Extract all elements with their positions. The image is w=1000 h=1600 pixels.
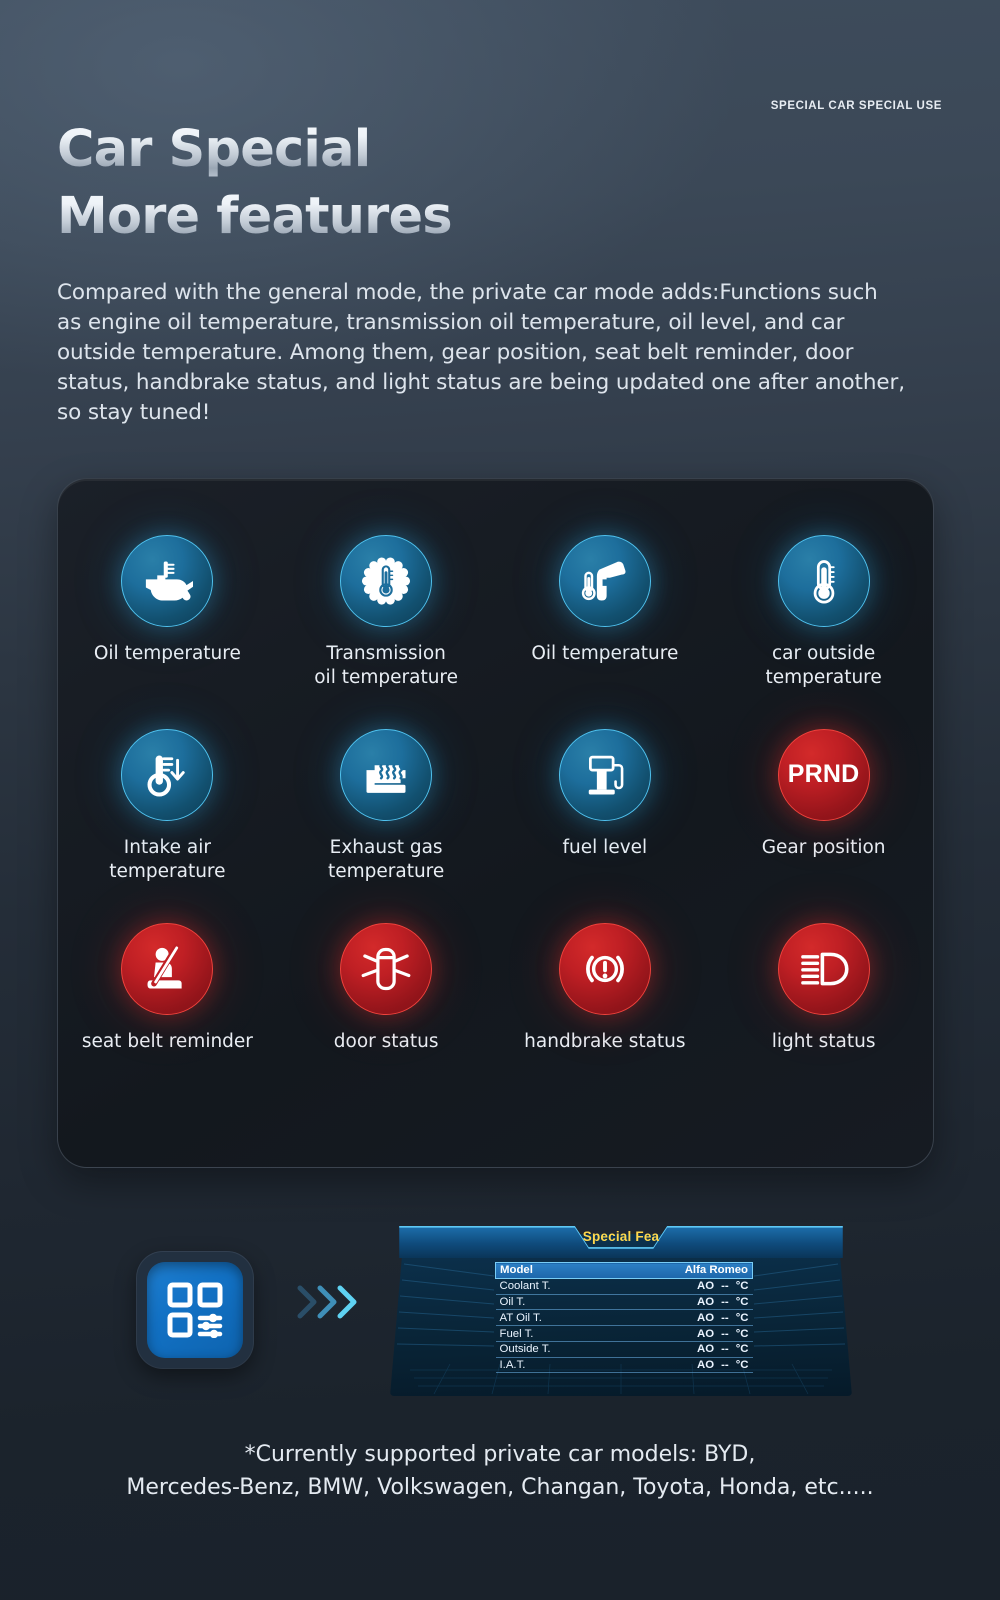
feature-cell: Oil temperature	[58, 535, 277, 691]
value-dashes: --	[721, 1343, 729, 1356]
feature-label: handbrake status	[524, 1030, 686, 1052]
kicker-label: SPECIAL CAR SPECIAL USE	[770, 100, 942, 112]
feature-label: Transmission oil temperature	[314, 643, 458, 689]
table-row: Outside T. AO -- °C	[495, 1341, 753, 1358]
table-row: AT Oil T. AO -- °C	[495, 1310, 753, 1326]
feature-cell: Transmission oil temperature	[277, 535, 496, 691]
value-dashes: --	[721, 1359, 729, 1372]
exhaust-heat-icon	[340, 728, 433, 821]
value-ao: AO	[697, 1327, 715, 1340]
feature-cell: car outside temperature	[714, 535, 933, 691]
supported-models-line-1: *Currently supported private car models:…	[244, 1442, 756, 1467]
dashboard-table: Model Alfa Romeo Coolant T. AO -- °C Oil T. AO -…	[495, 1262, 753, 1373]
feature-cell: door status	[277, 922, 496, 1054]
feature-cell: Intake air temperature	[58, 728, 277, 885]
fuel-pump-icon	[558, 728, 651, 821]
feature-cell: seat belt reminder	[58, 922, 277, 1054]
headlight-icon	[777, 922, 870, 1015]
feature-cell: PRND Gear position	[714, 728, 933, 885]
feature-label: car outside temperature	[765, 643, 882, 689]
table-cell-name: Outside T.	[499, 1343, 551, 1356]
table-row: Fuel T. AO -- °C	[495, 1326, 753, 1342]
app-icon-container[interactable]	[137, 1252, 253, 1368]
supported-models-note: *Currently supported private car models:…	[0, 1438, 1000, 1505]
special-function-app-icon[interactable]	[147, 1262, 243, 1358]
feature-cell: Exhaust gas temperature	[277, 728, 496, 885]
dashboard-title: Special Fea	[582, 1229, 660, 1244]
page-title: Car Special More features	[57, 116, 453, 251]
table-row: Model Alfa Romeo	[495, 1262, 753, 1279]
table-cell-name: I.A.T.	[499, 1359, 526, 1372]
table-cell-name: Coolant T.	[499, 1280, 551, 1293]
table-cell-value: AO -- °C	[612, 1326, 753, 1342]
value-unit: °C	[735, 1280, 749, 1293]
feature-label: door status	[333, 1030, 439, 1052]
value-unit: °C	[735, 1295, 749, 1308]
value-ao: AO	[697, 1311, 715, 1324]
value-ao: AO	[697, 1343, 715, 1356]
app-icon-glyph	[167, 1282, 223, 1338]
table-row: Oil T. AO -- °C	[495, 1294, 753, 1310]
handbrake-warning-icon	[558, 922, 651, 1015]
value-dashes: --	[721, 1280, 729, 1293]
feature-cell: Oil temperature	[496, 535, 715, 691]
table-cell-value: AO -- °C	[612, 1294, 753, 1310]
feature-cell: handbrake status	[496, 922, 715, 1054]
feature-label: fuel level	[562, 836, 648, 858]
value-dashes: --	[721, 1311, 729, 1324]
feature-label: light status	[771, 1030, 876, 1052]
value-ao: AO	[697, 1280, 715, 1293]
value-ao: AO	[697, 1359, 715, 1372]
value-ao: AO	[697, 1295, 715, 1308]
table-cell-name: Fuel T.	[499, 1327, 534, 1340]
value-unit: °C	[735, 1327, 749, 1340]
car-door-open-icon	[340, 922, 433, 1015]
supported-models-line-2: Mercedes-Benz, BMW, Volkswagen, Changan,…	[126, 1475, 874, 1501]
feature-label: Gear position	[761, 836, 886, 858]
table-row: I.A.T. AO -- °C	[495, 1357, 753, 1373]
feature-label: Oil temperature	[93, 643, 241, 664]
feature-label: seat belt reminder	[81, 1030, 253, 1052]
table-row: Coolant T. AO -- °C	[495, 1278, 753, 1295]
chevron-glyphs	[297, 1285, 357, 1319]
thermometer-icon	[777, 535, 870, 627]
prnd-label: PRND	[787, 760, 860, 789]
feature-panel: Oil temperature Transmission oil temperatu…	[57, 478, 934, 1168]
value-unit: °C	[735, 1359, 749, 1372]
feature-label: Intake air temperature	[109, 836, 226, 883]
page-title-line-1: Car Special	[57, 116, 452, 183]
prnd-text-icon: PRND	[777, 728, 870, 821]
dashboard-preview: Special Fea Model Alfa Romeo Coolant T. AO -…	[390, 1218, 852, 1396]
intro-paragraph: Compared with the general mode, the priv…	[57, 280, 905, 426]
kicker-text: SPECIAL CAR SPECIAL USE	[771, 100, 942, 112]
value-dashes: --	[721, 1327, 729, 1340]
value-dashes: --	[721, 1295, 729, 1308]
table-cell-value: AO -- °C	[612, 1357, 753, 1373]
value-unit: °C	[735, 1311, 749, 1324]
gear-thermometer-icon	[340, 535, 433, 627]
oil-can-thermometer-icon	[121, 535, 214, 627]
table-cell-name: Oil T.	[499, 1295, 526, 1308]
feature-cell: light status	[714, 922, 933, 1054]
double-chevron-right-icon	[296, 1282, 366, 1322]
fuel-nozzle-thermometer-icon	[558, 535, 651, 627]
table-cell-value: AO -- °C	[612, 1278, 753, 1294]
feature-label: Oil temperature	[531, 643, 679, 664]
table-cell-value: AO -- °C	[612, 1341, 753, 1357]
table-cell-name: Model	[500, 1264, 533, 1277]
seat-belt-icon	[121, 922, 214, 1015]
value-unit: °C	[735, 1343, 749, 1356]
table-cell-value: Alfa Romeo	[684, 1264, 748, 1277]
page-title-line-2: More features	[57, 183, 453, 250]
intake-air-temp-icon	[121, 728, 214, 821]
feature-grid: Oil temperature Transmission oil temperatu…	[58, 535, 933, 1054]
feature-cell: fuel level	[496, 728, 715, 885]
feature-label: Exhaust gas temperature	[327, 836, 445, 883]
table-cell-value: AO -- °C	[612, 1310, 753, 1326]
table-cell-name: AT Oil T.	[499, 1311, 542, 1324]
